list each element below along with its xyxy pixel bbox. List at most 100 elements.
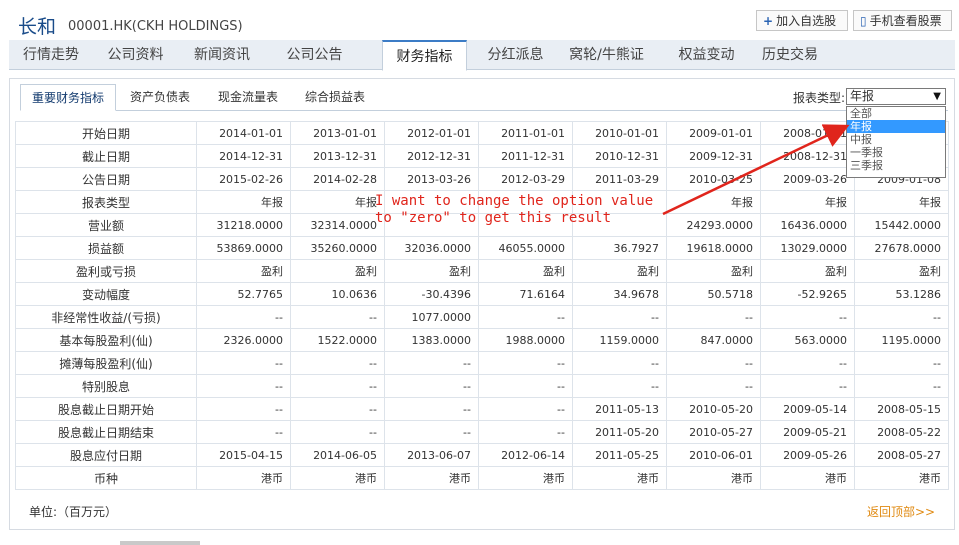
table-cell: 2011-12-31 [478,144,573,168]
table-cell: -- [196,305,291,329]
table-cell: 2010-05-20 [666,397,761,421]
table-row: 变动幅度 52.7765 10.0636 -30.4396 71.6164 34.9678… [15,282,949,306]
table-row: 盈利或亏损 盈利 盈利 盈利 盈利 盈利 盈利 盈利 盈利 [15,259,949,283]
table-cell: -- [384,397,479,421]
table-cell: -- [572,305,667,329]
report-type-select[interactable]: 年报 ▼ [846,88,946,105]
row-label: 币种 [15,466,197,490]
table-cell: 2008-05-22 [854,420,949,444]
table-cell: 2008-12-31 [760,144,855,168]
table-cell: 10.0636 [290,282,385,306]
table-cell: 2012-12-31 [384,144,479,168]
table-cell: 15442.0000 [854,213,949,237]
table-cell: 1195.0000 [854,328,949,352]
table-cell: 53.1286 [854,282,949,306]
nav-tab-2[interactable]: 新闻资讯 [177,40,267,70]
table-cell: 港币 [478,466,573,490]
phone-icon: ▯ [860,14,867,28]
nav-tab-0[interactable]: 行情走势 [9,40,93,70]
nav-tab-6[interactable]: 窝轮/牛熊证 [555,40,658,70]
table-cell: 2010-06-01 [666,443,761,467]
option-interim[interactable]: 中报 [847,133,945,146]
table-cell: -- [760,305,855,329]
table-cell: 27678.0000 [854,236,949,260]
table-cell: 港币 [384,466,479,490]
table-cell: 年报 [760,190,855,214]
table-cell: 2009-01-01 [666,121,761,145]
table-cell: 34.9678 [572,282,667,306]
table-cell: 2013-06-07 [384,443,479,467]
nav-tab-3[interactable]: 公司公告 [267,40,362,70]
table-cell: 2014-06-05 [290,443,385,467]
table-cell: 2009-05-21 [760,420,855,444]
row-label: 基本每股盈利(仙) [15,328,197,352]
nav-tab-4[interactable]: 财务指标 [382,40,467,71]
table-row: 截止日期 2014-12-31 2013-12-31 2012-12-31 2011-1… [15,144,949,168]
option-q3[interactable]: 三季报 [847,159,945,172]
option-annual[interactable]: 年报 [847,120,945,133]
sub-tab-2[interactable]: 现金流量表 [204,84,292,110]
row-label: 股息截止日期开始 [15,397,197,421]
table-cell: 港币 [760,466,855,490]
scrollbar-thumb[interactable] [120,541,200,545]
option-q1[interactable]: 一季报 [847,146,945,159]
table-row: 股息截止日期结束 -- -- -- -- 2011-05-20 2010-05-27 2009… [15,420,949,444]
nav-tab-7[interactable]: 权益变动 [658,40,755,70]
table-cell: 港币 [290,466,385,490]
table-cell: 2015-04-15 [196,443,291,467]
annotation-text: I want to change the option value to "ze… [375,193,653,227]
mobile-view-button[interactable]: ▯ 手机查看股票 [853,10,952,31]
nav-tab-1[interactable]: 公司资料 [94,40,177,70]
row-label: 报表类型 [15,190,197,214]
table-cell: 1159.0000 [572,328,667,352]
table-cell: -- [760,351,855,375]
table-cell: 53869.0000 [196,236,291,260]
row-label: 截止日期 [15,144,197,168]
table-cell: 2008-05-27 [854,443,949,467]
table-cell: 年报 [196,190,291,214]
table-cell: 16436.0000 [760,213,855,237]
option-all[interactable]: 全部 [847,107,945,120]
row-label: 变动幅度 [15,282,197,306]
table-cell: 2009-05-26 [760,443,855,467]
nav-tab-5[interactable]: 分红派息 [467,40,564,70]
row-label: 盈利或亏损 [15,259,197,283]
report-type-dropdown: 全部 年报 中报 一季报 三季报 [846,106,946,178]
sub-tab-1[interactable]: 资产负债表 [116,84,204,110]
back-to-top-link[interactable]: 返回顶部>> [867,503,935,520]
report-type-label: 报表类型: [793,91,846,105]
table-cell: -- [666,374,761,398]
table-row: 损益额 53869.0000 35260.0000 32036.0000 46055.0… [15,236,949,260]
table-cell: -- [196,351,291,375]
table-cell: -- [760,374,855,398]
stock-name: 长和 [18,16,57,38]
table-cell: 563.0000 [760,328,855,352]
table-cell: 2009-03-26 [760,167,855,191]
dropdown-arrow-icon[interactable]: ▼ [933,89,941,104]
table-cell: 2013-12-31 [290,144,385,168]
table-row: 开始日期 2014-01-01 2013-01-01 2012-01-01 2011-0… [15,121,949,145]
table-cell: -30.4396 [384,282,479,306]
row-label: 公告日期 [15,167,197,191]
row-label: 股息应付日期 [15,443,197,467]
table-cell: 35260.0000 [290,236,385,260]
table-cell: -- [666,305,761,329]
table-cell: 2008-01-01 [760,121,855,145]
financial-indicators-table: 开始日期 2014-01-01 2013-01-01 2012-01-01 2011-0… [15,121,949,490]
table-cell: 19618.0000 [666,236,761,260]
table-cell: -- [478,305,573,329]
table-cell: 24293.0000 [666,213,761,237]
table-cell: -- [290,351,385,375]
sub-tab-3[interactable]: 综合损益表 [292,84,378,110]
table-cell: 46055.0000 [478,236,573,260]
sub-tab-0[interactable]: 重要财务指标 [20,84,116,111]
add-watchlist-button[interactable]: + 加入自选股 [756,10,848,31]
table-cell: -- [854,374,949,398]
table-cell: 1077.0000 [384,305,479,329]
row-label: 特别股息 [15,374,197,398]
row-label: 摊薄每股盈利(仙) [15,351,197,375]
table-cell: -- [196,397,291,421]
nav-tab-8[interactable]: 历史交易 [745,40,835,70]
table-cell: 2012-06-14 [478,443,573,467]
table-cell: -- [478,351,573,375]
